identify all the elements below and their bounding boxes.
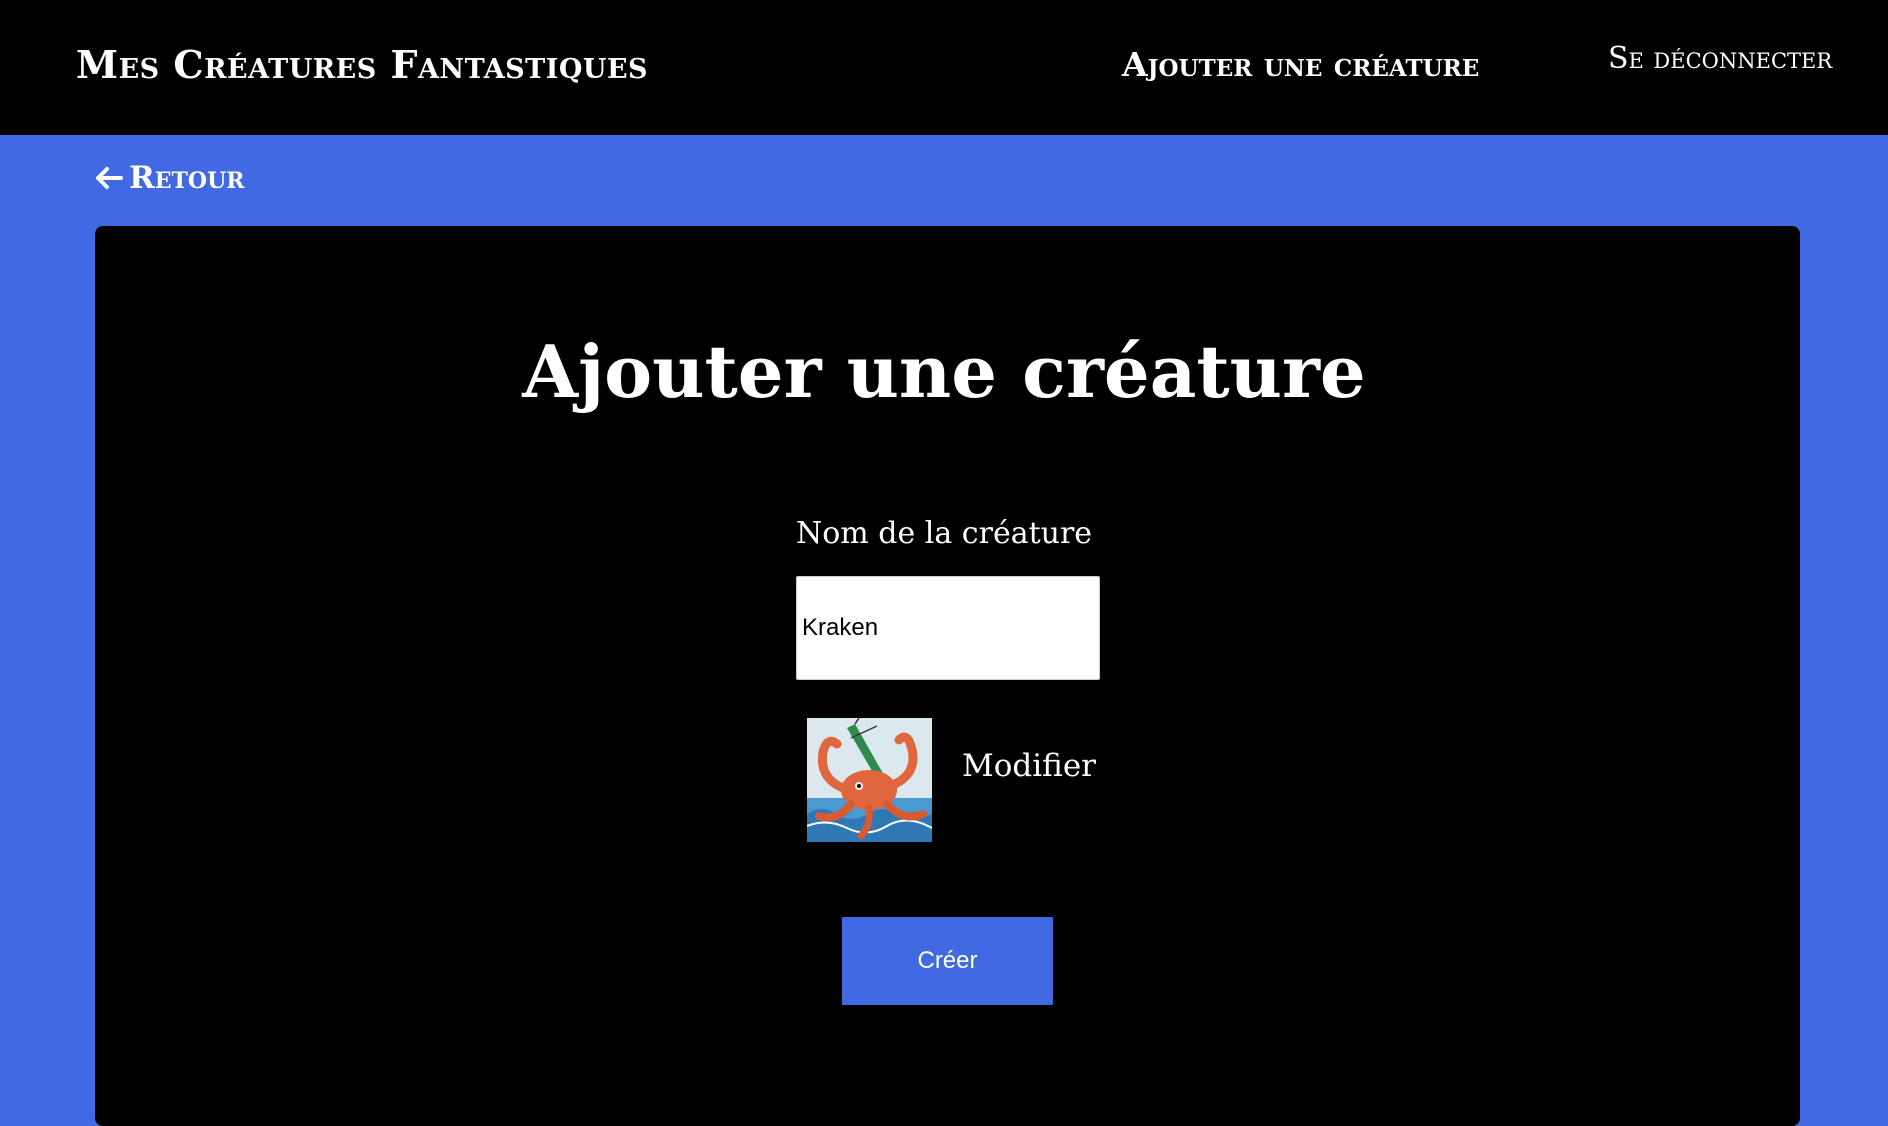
name-field-label: Nom de la créature [796,516,1093,551]
back-link[interactable]: Retour [95,160,245,196]
creature-image-thumbnail[interactable] [807,718,932,842]
arrow-left-icon [95,166,123,190]
page-title: Ajouter une créature [522,329,1366,414]
nav-add-creature-link[interactable]: Ajouter une créature [1122,45,1479,84]
back-link-label: Retour [129,160,245,196]
creature-name-input[interactable] [796,576,1100,680]
create-button[interactable]: Créer [842,917,1053,1005]
nav-logout-link[interactable]: Se déconnecter [1608,41,1832,76]
brand-title-link[interactable]: Mes Créatures Fantastiques [76,42,648,87]
modify-image-link[interactable]: Modifier [962,748,1096,784]
top-navbar: Mes Créatures Fantastiques Ajouter une c… [0,0,1888,135]
